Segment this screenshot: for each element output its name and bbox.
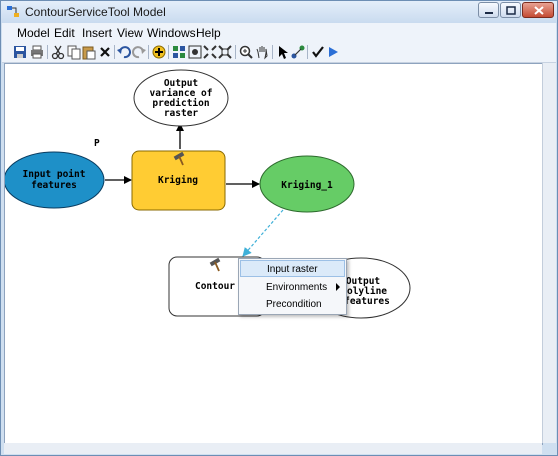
node-input-point-features[interactable]: Input point features [3, 151, 105, 209]
kriging-tool-label: Kriging [158, 175, 198, 186]
menu-item-input-raster[interactable]: Input raster [240, 260, 345, 277]
validate-icon[interactable] [310, 44, 326, 60]
menu-view[interactable]: View [117, 26, 143, 40]
connection-context-menu: Input raster Environments Precondition [238, 258, 347, 315]
model-app-icon [7, 6, 19, 17]
save-icon[interactable] [12, 44, 28, 60]
run-icon[interactable] [325, 44, 341, 60]
node-kriging-output[interactable]: Kriging_1 [259, 155, 355, 213]
menu-insert[interactable]: Insert [82, 26, 112, 40]
print-icon[interactable] [29, 44, 45, 60]
output-variance-line-4: raster [164, 108, 199, 119]
minimize-icon [485, 12, 493, 14]
parameter-marker: P [94, 138, 100, 149]
menu-windows[interactable]: Windows [147, 26, 196, 40]
menu-item-precondition[interactable]: Precondition [240, 296, 345, 313]
vertical-scrollbar[interactable] [542, 63, 556, 443]
select-pointer-icon[interactable] [275, 44, 291, 60]
menu-item-input-raster-label: Input raster [267, 264, 318, 275]
connector-draft-kriging-to-contour [242, 209, 284, 257]
menu-item-precondition-label: Precondition [266, 299, 322, 310]
menu-edit[interactable]: Edit [54, 26, 75, 40]
close-button[interactable] [522, 2, 554, 18]
submenu-arrow-icon [336, 283, 340, 291]
maximize-icon [506, 6, 516, 15]
horizontal-scrollbar[interactable] [4, 443, 542, 454]
redo-icon[interactable] [131, 44, 147, 60]
menu-item-environments[interactable]: Environments [240, 279, 345, 296]
contour-service-tool-window: ContourServiceTool Model Model Edit Inse… [0, 0, 558, 456]
full-extent-icon[interactable] [187, 44, 203, 60]
delete-icon[interactable] [97, 44, 113, 60]
zoom-in-icon[interactable] [238, 44, 254, 60]
toolbar [2, 42, 556, 63]
node-output-variance[interactable]: Output variance of prediction raster [133, 69, 229, 127]
window-title: ContourServiceTool Model [25, 5, 166, 19]
menu-item-environments-label: Environments [266, 282, 328, 293]
menu-help[interactable]: Help [196, 26, 221, 40]
kriging-output-label: Kriging_1 [281, 180, 333, 191]
input-point-label-line-1: Input point [23, 169, 86, 180]
auto-layout-icon[interactable] [171, 44, 187, 60]
paste-icon[interactable] [81, 44, 97, 60]
minimize-button[interactable] [478, 2, 499, 18]
output-polyline-line-3: features [344, 296, 390, 307]
undo-icon[interactable] [116, 44, 132, 60]
cut-icon[interactable] [50, 44, 66, 60]
close-icon [534, 6, 544, 15]
model-canvas[interactable]: Input point features P Kriging Kriging_1 [3, 63, 543, 445]
connect-icon[interactable] [290, 44, 306, 60]
pan-icon[interactable] [254, 44, 270, 60]
menu-model[interactable]: Model [17, 26, 50, 40]
model-diagram: Input point features P Kriging Kriging_1 [3, 69, 411, 319]
add-data-icon[interactable] [151, 44, 167, 60]
maximize-button[interactable] [500, 2, 521, 18]
zoom-in-fixed-icon[interactable] [202, 44, 218, 60]
menu-bar: Model Edit Insert View Windows Help [2, 23, 556, 42]
title-bar: ContourServiceTool Model [1, 1, 557, 23]
contour-tool-label: Contour [195, 281, 235, 292]
zoom-out-fixed-icon[interactable] [217, 44, 233, 60]
input-point-label-line-2: features [31, 180, 77, 191]
node-kriging-tool[interactable]: Kriging [131, 150, 226, 211]
copy-icon[interactable] [66, 44, 82, 60]
